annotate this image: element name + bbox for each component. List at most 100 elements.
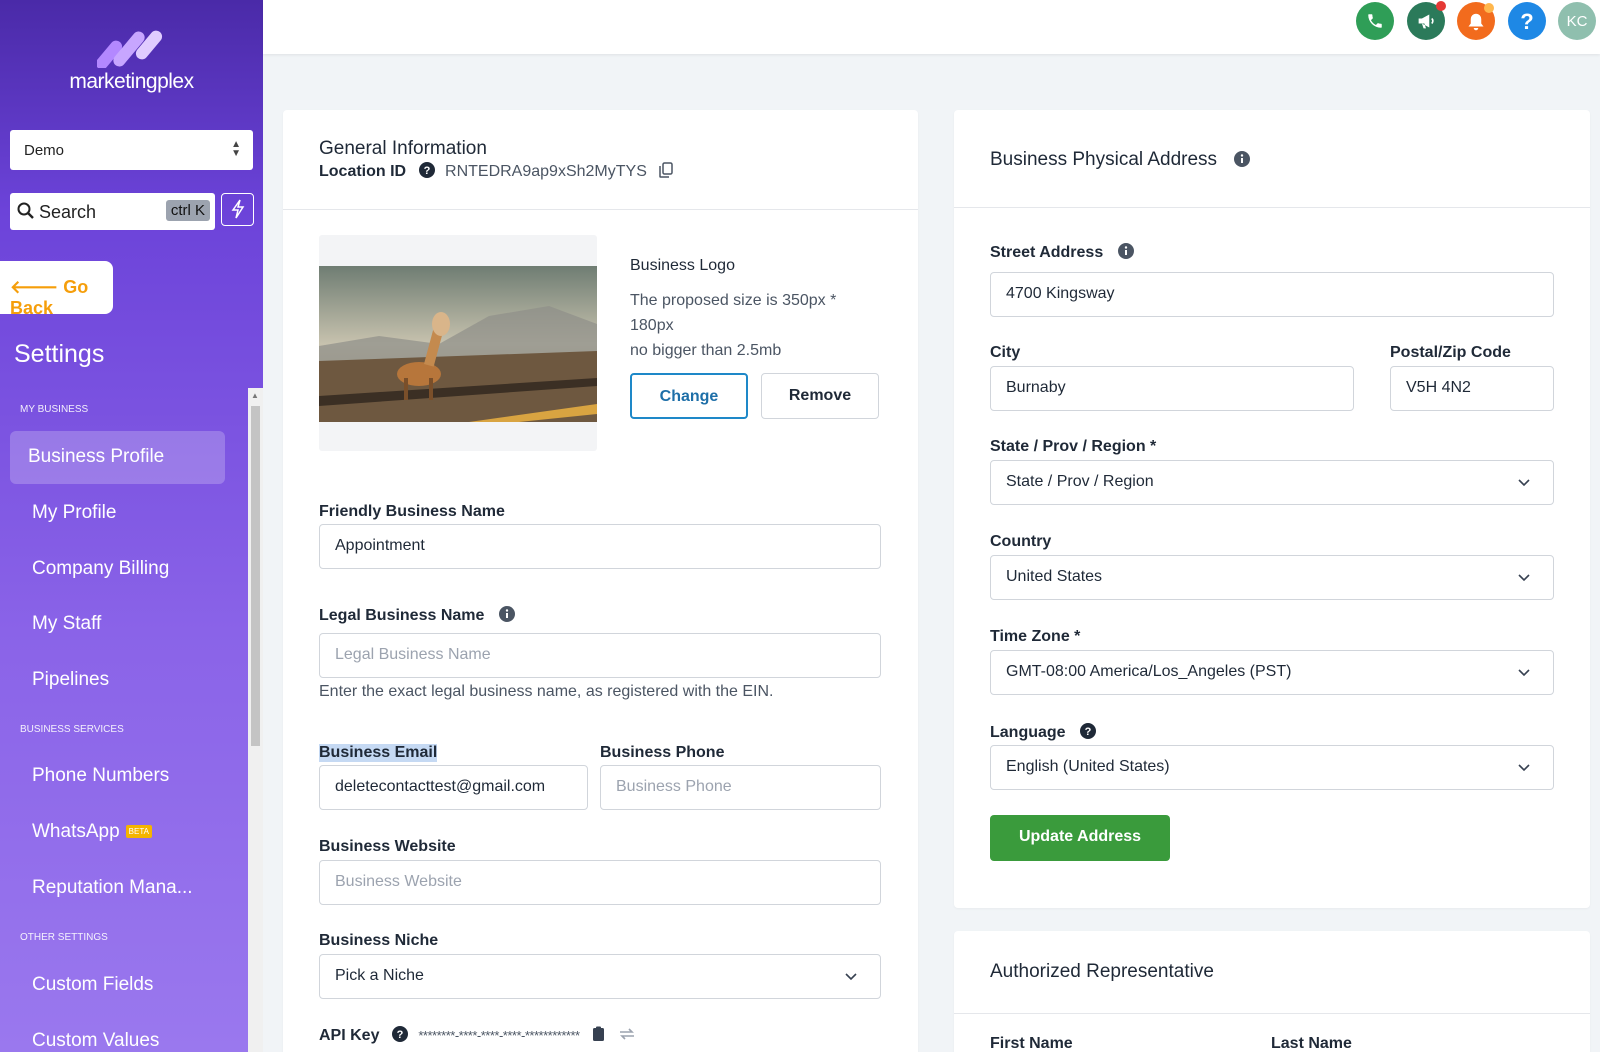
language-label-text: Language <box>990 724 1066 741</box>
street-label-text: Street Address <box>990 244 1104 261</box>
timezone-select-value: GMT-08:00 America/Los_Angeles (PST) <box>1006 663 1292 680</box>
search-shortcut: ctrl K <box>165 200 210 221</box>
help-button[interactable]: ? <box>1508 2 1546 40</box>
niche-select[interactable]: Pick a Niche <box>319 954 881 999</box>
change-logo-button[interactable]: Change <box>630 373 748 419</box>
email-label: Business Email <box>319 744 438 762</box>
svg-text:?: ? <box>397 1029 404 1041</box>
select-arrows-icon: ▲ ▼ <box>231 139 241 159</box>
notifications-button[interactable] <box>1457 2 1495 40</box>
chevron-down-icon <box>1518 669 1530 677</box>
location-select[interactable]: Demo ▲ ▼ <box>10 130 253 170</box>
state-label: State / Prov / Region * <box>990 438 1157 455</box>
location-id-value: RNTEDRA9ap9xSh2MyTYS <box>445 163 647 180</box>
brand-logo[interactable]: marketingplex <box>0 22 263 94</box>
sidebar-item-whatsapp[interactable]: WhatsApp BETA <box>32 821 152 843</box>
sidebar-item-label: WhatsApp <box>32 821 120 842</box>
language-label: Language ? <box>990 723 1097 742</box>
notification-dot <box>1436 1 1446 11</box>
info-icon[interactable] <box>498 606 515 622</box>
address-card: Business Physical Address Street Address… <box>954 110 1590 908</box>
bell-icon <box>1468 13 1484 31</box>
card-divider <box>283 209 918 210</box>
state-select-value: State / Prov / Region <box>1006 473 1154 490</box>
search-label: Search <box>39 202 97 222</box>
website-label: Business Website <box>319 838 456 855</box>
postal-input[interactable]: V5H 4N2 <box>1390 366 1554 411</box>
info-icon[interactable] <box>1117 243 1134 259</box>
question-icon[interactable]: ? <box>1080 723 1097 739</box>
copy-icon[interactable] <box>659 162 674 178</box>
settings-title: Settings <box>14 340 105 368</box>
quick-actions-button[interactable] <box>221 193 254 226</box>
timezone-select[interactable]: GMT-08:00 America/Los_Angeles (PST) <box>990 650 1554 695</box>
sidebar-item-phone-numbers[interactable]: Phone Numbers <box>32 765 169 787</box>
scrollbar-thumb[interactable] <box>251 406 260 746</box>
beta-badge: BETA <box>125 825 152 838</box>
legal-name-label: Legal Business Name <box>319 606 515 625</box>
go-back-button[interactable]: 🡐 Go Back <box>0 261 113 318</box>
general-information-card: General Information Location ID ? RNTEDR… <box>283 110 918 1052</box>
card-divider <box>954 207 1590 208</box>
announcements-button[interactable] <box>1407 1 1446 40</box>
clipboard-icon[interactable] <box>592 1026 605 1042</box>
sidebar-scrollbar[interactable]: ▲ <box>248 388 263 1052</box>
logo-preview <box>319 235 597 451</box>
sidebar-search[interactable]: Search ctrl K <box>10 193 215 230</box>
state-select[interactable]: State / Prov / Region <box>990 460 1554 505</box>
logo-hint-line: The proposed size is 350px * <box>630 292 837 309</box>
top-bar: ? KC <box>263 0 1600 54</box>
language-select[interactable]: English (United States) <box>990 745 1554 790</box>
phone-input[interactable]: Business Phone <box>600 765 881 810</box>
timezone-label: Time Zone * <box>990 628 1081 645</box>
phone-icon <box>1368 14 1382 28</box>
api-key-value: ********-****-****-****-************ <box>418 1028 580 1043</box>
sidebar-item-my-profile[interactable]: My Profile <box>32 502 116 524</box>
section-other-settings: OTHER SETTINGS <box>20 932 108 943</box>
scroll-up-icon[interactable]: ▲ <box>251 391 259 400</box>
api-key-label: API Key <box>319 1027 380 1044</box>
logo-hint-line: no bigger than 2.5mb <box>630 342 782 359</box>
website-input[interactable]: Business Website <box>319 860 881 905</box>
section-my-business: MY BUSINESS <box>20 404 89 415</box>
sidebar-item-company-billing[interactable]: Company Billing <box>32 558 169 580</box>
question-icon[interactable]: ? <box>418 162 435 178</box>
chevron-down-icon <box>1518 574 1530 582</box>
location-id-label: Location ID <box>319 163 407 180</box>
info-icon[interactable] <box>1234 151 1251 167</box>
legal-name-input[interactable]: Legal Business Name <box>319 633 881 678</box>
street-input[interactable]: 4700 Kingsway <box>990 272 1554 317</box>
friendly-name-input[interactable]: Appointment <box>319 524 881 569</box>
email-input[interactable]: deletecontacttest@gmail.com <box>319 765 588 810</box>
street-label: Street Address <box>990 243 1134 262</box>
chevron-down-icon <box>1518 764 1530 772</box>
remove-logo-button[interactable]: Remove <box>761 373 879 419</box>
sidebar-item-business-profile[interactable]: Business Profile <box>10 431 225 484</box>
sidebar-item-pipelines[interactable]: Pipelines <box>32 669 109 691</box>
logo-mark-icon <box>96 30 162 68</box>
representative-card: Authorized Representative First Name Las… <box>954 931 1590 1052</box>
city-input[interactable]: Burnaby <box>990 366 1354 411</box>
logo-hint-line: 180px <box>630 317 674 334</box>
address-title: Business Physical Address <box>990 149 1251 171</box>
update-address-button[interactable]: Update Address <box>990 815 1170 861</box>
country-select[interactable]: United States <box>990 555 1554 600</box>
user-avatar[interactable]: KC <box>1558 2 1596 40</box>
representative-title: Authorized Representative <box>990 961 1214 982</box>
sidebar: marketingplex Demo ▲ ▼ Search ctrl K 🡐 Go… <box>0 0 263 1052</box>
phone-button[interactable] <box>1356 2 1394 40</box>
sidebar-item-reputation[interactable]: Reputation Mana... <box>32 877 193 899</box>
question-icon[interactable]: ? <box>391 1026 408 1042</box>
refresh-icon[interactable] <box>618 1026 636 1042</box>
sidebar-item-custom-fields[interactable]: Custom Fields <box>32 974 153 996</box>
general-information-title: General Information <box>319 138 487 159</box>
sidebar-item-custom-values[interactable]: Custom Values <box>32 1030 159 1052</box>
niche-select-value: Pick a Niche <box>335 967 424 984</box>
address-title-text: Business Physical Address <box>990 149 1218 170</box>
sidebar-item-my-staff[interactable]: My Staff <box>32 613 101 635</box>
last-name-label: Last Name <box>1271 1035 1352 1052</box>
notification-dot <box>1484 3 1494 13</box>
search-icon <box>17 202 34 219</box>
svg-text:?: ? <box>1085 726 1092 738</box>
logo-hint: The proposed size is 350px * 180px no bi… <box>630 288 836 363</box>
